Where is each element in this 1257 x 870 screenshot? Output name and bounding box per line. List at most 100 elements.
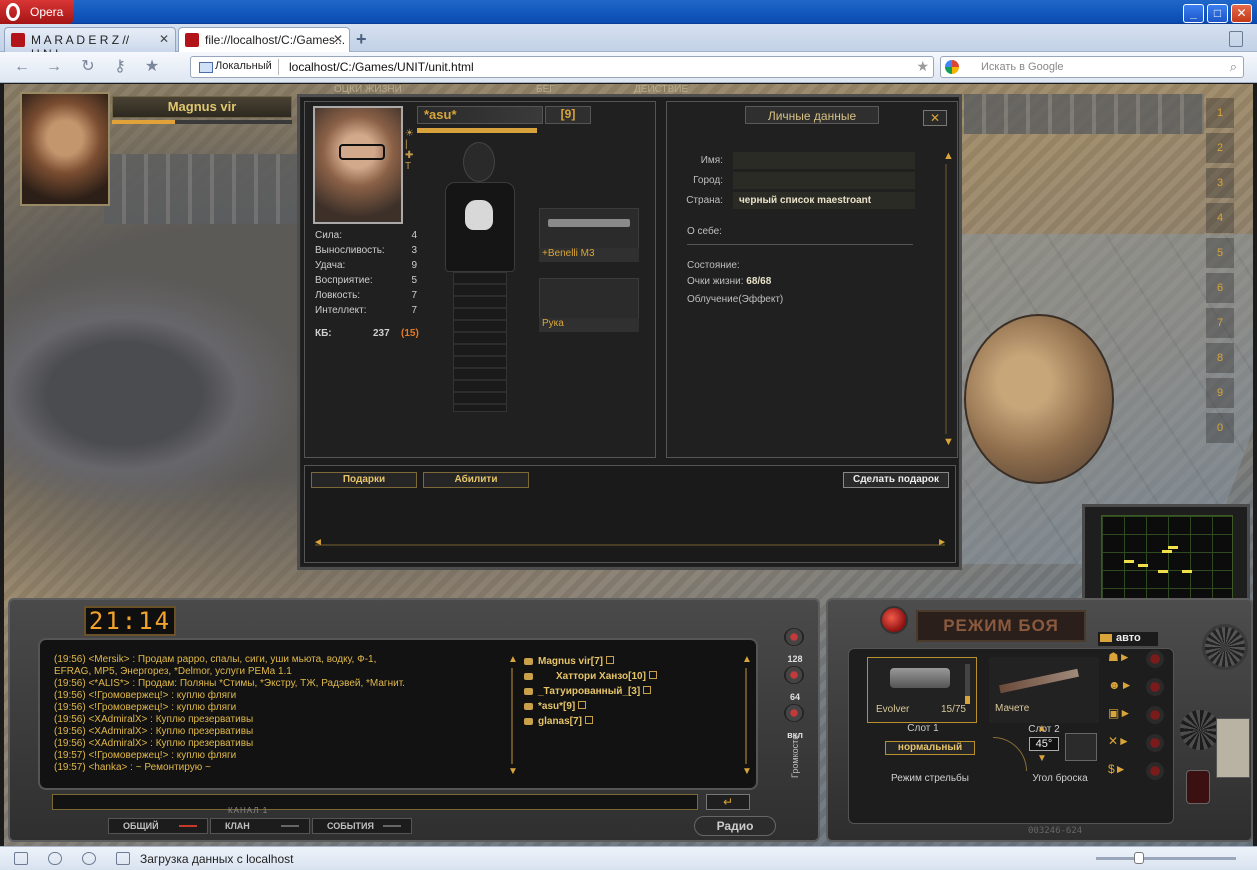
scroll-up-icon[interactable]: ▲ — [943, 150, 954, 162]
t-icon[interactable]: T — [405, 161, 417, 172]
chat-scrollbar[interactable]: ▲ ▼ — [508, 654, 518, 778]
scroll-track[interactable] — [945, 164, 947, 434]
slot-icon[interactable]: | — [405, 139, 417, 150]
back-arrow-icon[interactable]: ← — [12, 57, 32, 77]
weapon-slot-1[interactable]: Evolver 15/75 Слот 1 — [867, 657, 977, 734]
close-button[interactable]: ✕ — [923, 110, 947, 126]
scroll-up-icon[interactable]: ▲ — [508, 654, 518, 665]
chat-line[interactable]: (19:56) <!Громовержец!> : куплю фляги — [54, 702, 504, 714]
minimize-button[interactable]: _ — [1183, 4, 1204, 23]
panel-toggle-icon[interactable] — [14, 852, 28, 865]
zoom-slider[interactable] — [1096, 852, 1236, 864]
user-icon[interactable]: ☻► — [1108, 678, 1148, 706]
user-entry[interactable]: _Татуированный_[3] — [522, 686, 712, 701]
scroll-down-icon[interactable]: ▼ — [943, 436, 954, 448]
quick-slot[interactable]: 9 — [1206, 378, 1234, 408]
make-gift-button[interactable]: Сделать подарок — [843, 472, 949, 488]
trash-icon[interactable] — [1229, 31, 1243, 47]
info-icon[interactable] — [578, 701, 587, 709]
opera-menu-button[interactable]: Opera — [0, 0, 74, 24]
zoom-handle[interactable] — [1134, 852, 1144, 864]
channel-general[interactable]: ОБЩИЙ — [108, 818, 208, 834]
chat-line[interactable]: (19:56) <Mersik> : Продам рарро, спалы, … — [54, 654, 504, 666]
chat-line[interactable]: EFRAG, MP5, Энергорез, *Delmor, услуги Р… — [54, 666, 504, 678]
google-icon[interactable] — [945, 60, 959, 74]
share-icon[interactable] — [82, 852, 96, 865]
save-icon[interactable]: ▣► — [1108, 706, 1148, 734]
dollar-icon[interactable]: $► — [1108, 762, 1148, 790]
scroll-down-icon[interactable]: ▼ — [508, 766, 518, 777]
quick-slot[interactable]: 4 — [1206, 203, 1234, 233]
key-icon[interactable]: ⚷ — [110, 57, 130, 77]
quick-slot[interactable]: 3 — [1206, 168, 1234, 198]
forward-arrow-icon[interactable]: → — [44, 57, 64, 77]
scroll-track[interactable] — [745, 668, 747, 764]
star-icon[interactable]: ★ — [916, 58, 929, 75]
tab-close-icon[interactable]: ✕ — [333, 32, 343, 46]
address-bar[interactable]: Локальный localhost/C:/Games/UNIT/unit.h… — [190, 56, 934, 78]
sun-icon[interactable]: ☀ — [405, 128, 417, 139]
tab-file[interactable]: file://localhost/C:/Games... ✕ — [178, 27, 350, 52]
url-text[interactable]: localhost/C:/Games/UNIT/unit.html — [289, 60, 474, 74]
scroll-track[interactable] — [511, 668, 513, 764]
round-button[interactable] — [1146, 650, 1164, 668]
chat-line[interactable]: (19:57) <hanka> : ~ Ремонтирую ~ — [54, 762, 504, 774]
cross-icon[interactable]: ✚ — [405, 150, 417, 161]
round-button[interactable] — [1146, 762, 1164, 780]
weapon-slot-2[interactable]: Мачете Слот 2 — [989, 657, 1099, 735]
reload-icon[interactable]: ↻ — [78, 57, 98, 77]
tools-icon[interactable]: ✕► — [1108, 734, 1148, 762]
user-entry[interactable]: Magnus vir[7] — [522, 656, 712, 671]
chat-line[interactable]: (19:56) <XAdmiralX> : Куплю презервативы — [54, 738, 504, 750]
round-button[interactable] — [1146, 734, 1164, 752]
radio-button[interactable]: Радио — [694, 816, 776, 836]
user-entry[interactable]: *asu*[9] — [522, 701, 712, 716]
close-window-button[interactable]: ✕ — [1231, 4, 1252, 23]
tab-abilities[interactable]: Абилити — [423, 472, 529, 488]
volume-knob[interactable] — [784, 628, 804, 646]
chat-line[interactable]: (19:56) <!Громовержец!> : куплю фляги — [54, 690, 504, 702]
info-icon[interactable] — [606, 656, 615, 664]
tab-maraderz[interactable]: M A R A D E R Z // U.N.I.... ✕ — [4, 27, 176, 61]
volume-label[interactable]: 128 — [780, 654, 810, 664]
user-entry[interactable]: glanas[7] — [522, 716, 712, 731]
group-icon[interactable]: ☗► — [1108, 650, 1148, 678]
send-button[interactable]: ↵ — [706, 794, 750, 810]
info-icon[interactable] — [643, 686, 652, 694]
chat-line[interactable]: (19:56) <XAdmiralX> : Куплю презервативы — [54, 726, 504, 738]
player-portrait[interactable] — [20, 92, 110, 206]
camera-icon[interactable] — [116, 852, 130, 865]
tab-close-icon[interactable]: ✕ — [159, 32, 169, 46]
quick-slot[interactable]: 2 — [1206, 133, 1234, 163]
quick-slot[interactable]: 1 — [1206, 98, 1234, 128]
bookmark-star-icon[interactable]: ★ — [142, 57, 162, 77]
round-button[interactable] — [1146, 678, 1164, 696]
userlist-scrollbar[interactable]: ▲ ▼ — [742, 654, 752, 778]
scroll-up-icon[interactable]: ▲ — [742, 654, 752, 665]
fire-mode-button[interactable]: нормальный — [885, 741, 975, 755]
chat-line[interactable]: (19:56) <*ALIS*> : Продам: Поляны *Стимы… — [54, 678, 504, 690]
quick-slot[interactable]: 8 — [1206, 343, 1234, 373]
auto-toggle[interactable]: авто — [1098, 632, 1158, 646]
angle-down-icon[interactable]: ▼ — [1037, 753, 1047, 764]
search-icon[interactable]: ⌕ — [1230, 59, 1237, 75]
quick-slot[interactable]: 0 — [1206, 413, 1234, 443]
channel-clan[interactable]: КЛАН — [210, 818, 310, 834]
angle-up-icon[interactable]: ▲ — [1037, 723, 1047, 734]
chat-input[interactable] — [52, 794, 698, 810]
personal-scrollbar[interactable]: ▲ ▼ — [943, 150, 954, 450]
volume-label[interactable]: 64 — [780, 692, 810, 702]
volume-knob[interactable] — [784, 666, 804, 684]
maximize-button[interactable]: □ — [1207, 4, 1228, 23]
quick-slot[interactable]: 5 — [1206, 238, 1234, 268]
scroll-down-icon[interactable]: ▼ — [742, 766, 752, 777]
search-box[interactable]: Искать в Google ⌕ — [940, 56, 1244, 78]
game-area[interactable]: ОЦКИ ЖИЗНИ БЕГ ДЕЙСТВИЕ Magnus vir *asu*… — [4, 84, 1253, 846]
chat-line[interactable]: (19:56) <XAdmiralX> : Куплю презервативы — [54, 714, 504, 726]
volume-knob[interactable] — [784, 704, 804, 722]
gift-scrollbar[interactable] — [313, 537, 947, 548]
quick-slot[interactable]: 7 — [1206, 308, 1234, 338]
tab-gifts[interactable]: Подарки — [311, 472, 417, 488]
cloud-icon[interactable] — [48, 852, 62, 865]
user-entry[interactable]: Хаттори Ханзо[10] — [522, 671, 712, 686]
